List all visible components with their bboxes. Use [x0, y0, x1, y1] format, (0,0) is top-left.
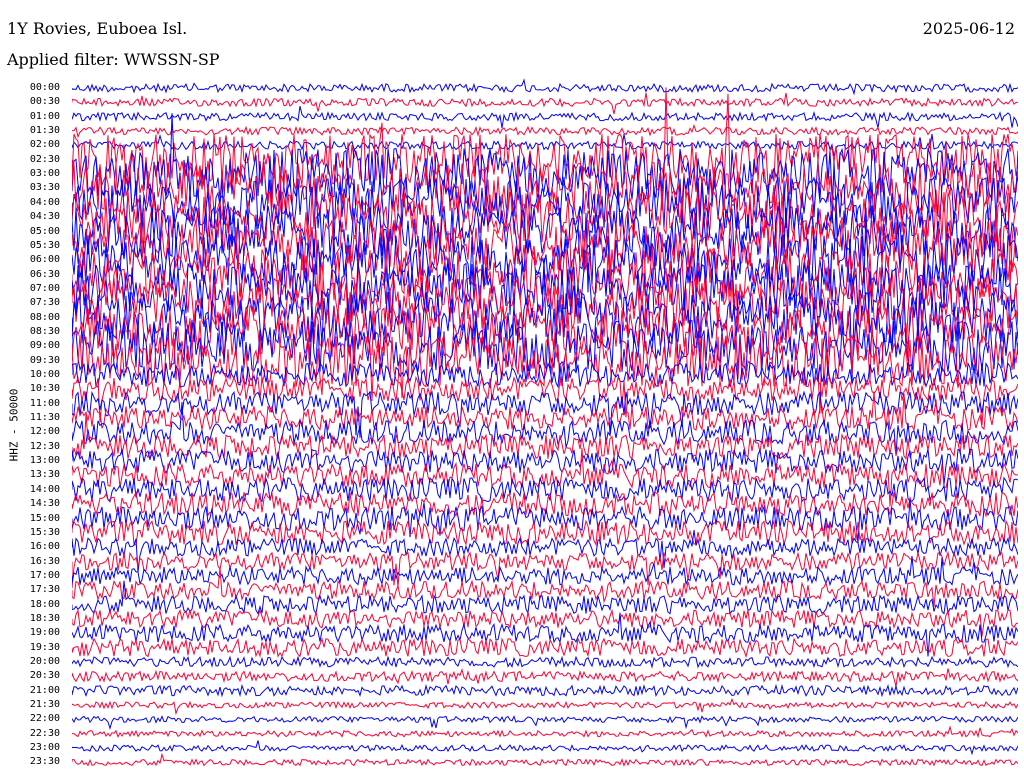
seismic-trace [72, 78, 1018, 96]
time-label: 14:30 [29, 498, 60, 510]
time-label: 17:00 [29, 569, 60, 581]
time-label: 02:30 [29, 153, 60, 165]
time-label: 10:30 [29, 383, 60, 395]
time-label: 21:30 [29, 699, 60, 711]
time-label: 04:30 [29, 211, 60, 223]
seismic-trace [72, 740, 1018, 756]
seismic-trace [72, 92, 1018, 115]
time-label: 20:30 [29, 670, 60, 682]
seismic-trace [72, 667, 1018, 687]
time-label: 11:00 [29, 397, 60, 409]
time-label: 07:30 [29, 297, 60, 309]
time-label: 19:30 [29, 641, 60, 653]
time-label: 16:00 [29, 541, 60, 553]
time-label: 13:00 [29, 455, 60, 467]
time-label: 03:00 [29, 168, 60, 180]
seismic-trace [72, 580, 1018, 615]
time-label: 06:30 [29, 268, 60, 280]
time-label: 19:00 [29, 627, 60, 639]
time-label: 15:00 [29, 512, 60, 524]
time-label: 18:00 [29, 598, 60, 610]
time-label: 09:00 [29, 340, 60, 352]
time-label: 09:30 [29, 354, 60, 366]
time-label: 22:00 [29, 713, 60, 725]
time-label: 08:30 [29, 325, 60, 337]
time-axis: 00:00 00:30 01:00 01:30 02:00 02:30 03:00 03:30… [0, 0, 72, 780]
seismogram-plot [72, 78, 1018, 767]
time-label: 14:00 [29, 483, 60, 495]
time-label: 05:30 [29, 239, 60, 251]
seismic-trace [72, 550, 1018, 589]
time-label: 05:00 [29, 225, 60, 237]
time-label: 06:00 [29, 254, 60, 266]
seismic-trace [72, 105, 1018, 129]
seismic-trace [72, 567, 1018, 607]
time-label: 23:30 [29, 756, 60, 768]
time-label: 18:30 [29, 612, 60, 624]
seismic-trace [72, 414, 1018, 461]
time-label: 21:00 [29, 684, 60, 696]
time-label: 23:00 [29, 742, 60, 754]
time-label: 08:00 [29, 311, 60, 323]
time-label: 16:30 [29, 555, 60, 567]
time-label: 12:30 [29, 440, 60, 452]
seismic-trace [72, 162, 1018, 216]
time-label: 15:30 [29, 526, 60, 538]
time-label: 02:00 [29, 139, 60, 151]
time-label: 13:30 [29, 469, 60, 481]
seismic-trace [72, 655, 1018, 669]
time-label: 04:00 [29, 196, 60, 208]
time-label: 11:30 [29, 412, 60, 424]
record-date: 2025-06-12 [922, 19, 1015, 38]
time-label: 01:00 [29, 110, 60, 122]
time-label: 01:30 [29, 125, 60, 137]
time-label: 20:00 [29, 656, 60, 667]
seismic-trace [72, 608, 1018, 637]
time-label: 22:30 [29, 727, 60, 739]
seismic-trace [72, 752, 1018, 767]
time-label: 07:00 [29, 282, 60, 294]
time-label: 00:00 [29, 82, 60, 93]
time-label: 10:00 [29, 369, 60, 380]
seismic-trace [72, 683, 1018, 698]
time-label: 12:00 [29, 426, 60, 438]
time-label: 00:30 [29, 96, 60, 108]
time-label: 03:30 [29, 182, 60, 194]
seismic-trace [72, 637, 1018, 659]
seismic-trace [72, 725, 1018, 739]
seismic-trace [72, 715, 1018, 731]
time-label: 17:30 [29, 584, 60, 596]
seismic-trace [72, 697, 1018, 716]
